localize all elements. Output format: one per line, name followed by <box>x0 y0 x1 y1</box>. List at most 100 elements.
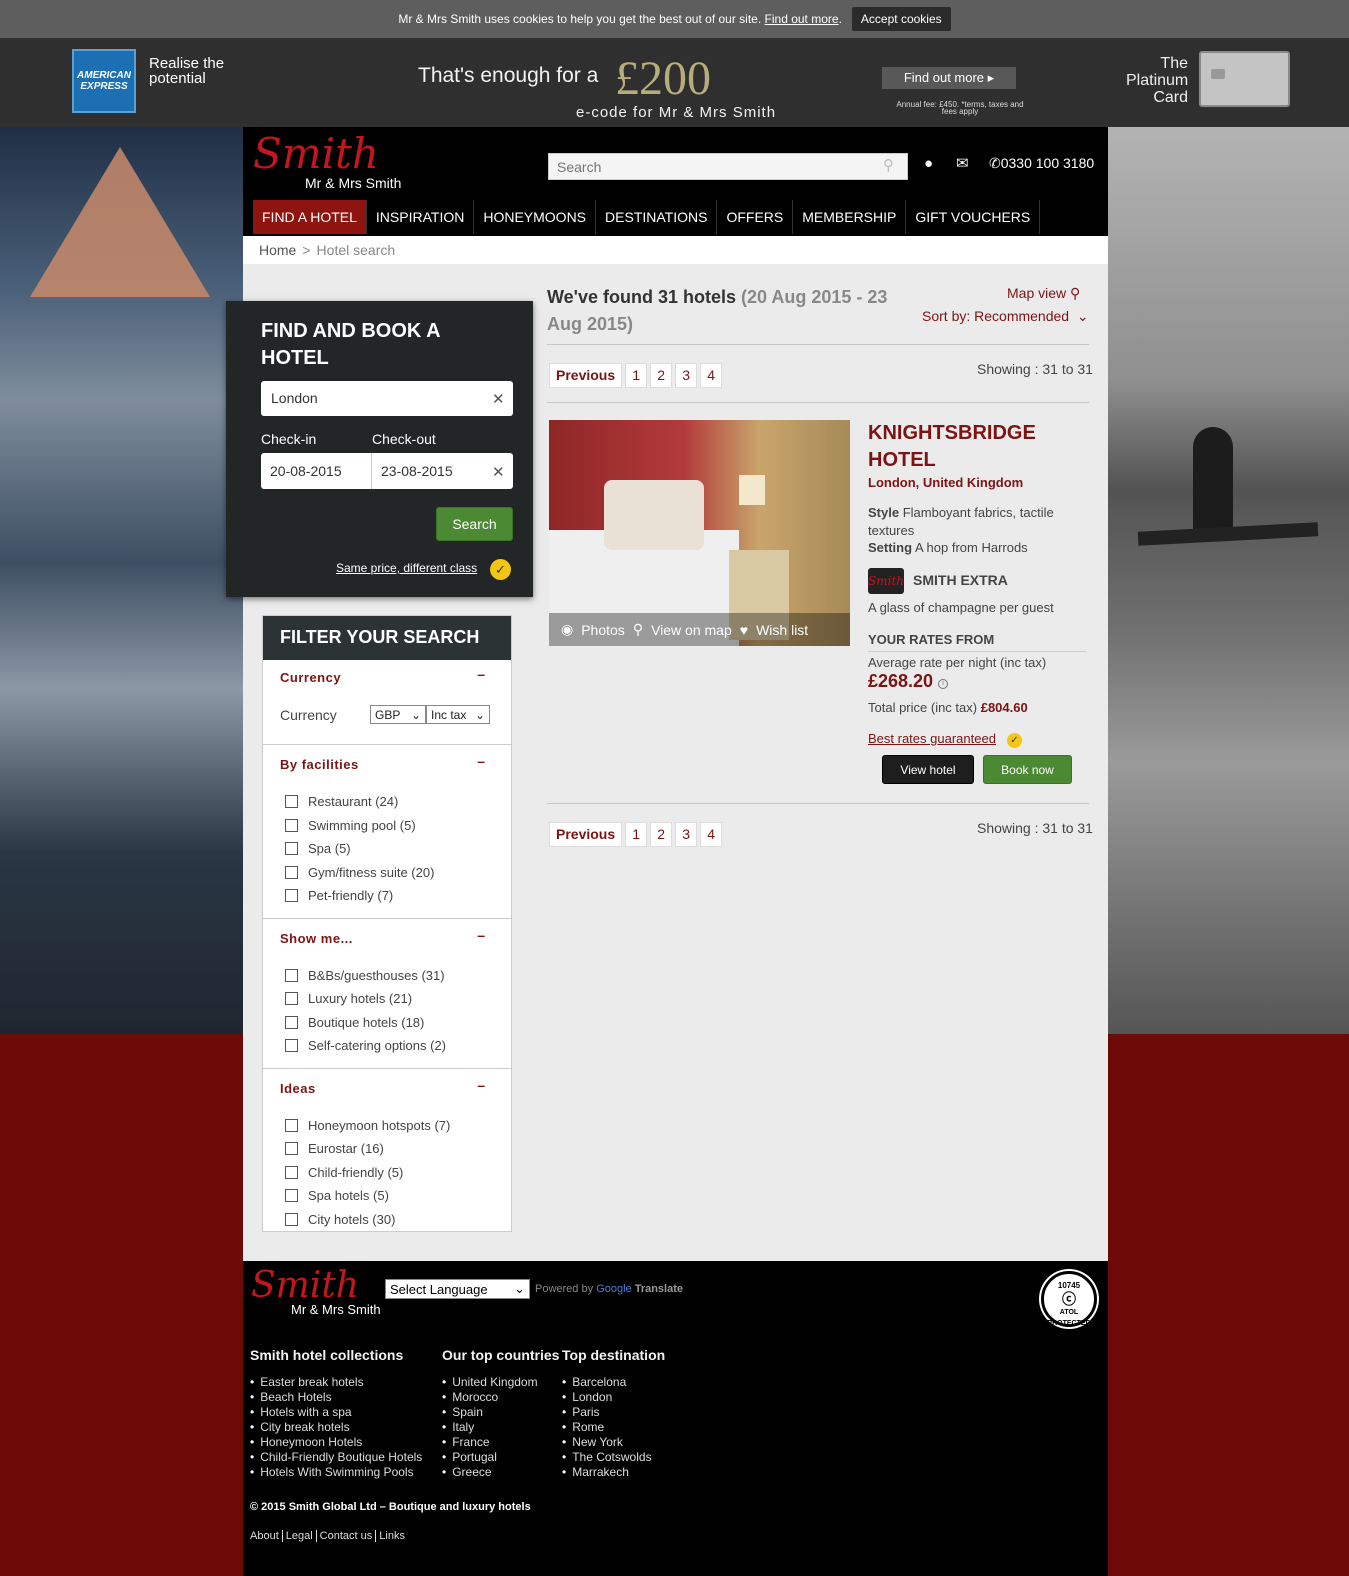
accept-cookies-button[interactable]: Accept cookies <box>851 7 951 31</box>
map-view-link[interactable]: Map view ⚲ <box>1007 285 1080 302</box>
view-hotel-button[interactable]: View hotel <box>882 755 974 784</box>
nav-find-a-hotel[interactable]: FIND A HOTEL <box>253 200 367 234</box>
checkin-input[interactable]: 20-08-2015 <box>261 453 372 489</box>
nav-gift-vouchers[interactable]: GIFT VOUCHERS <box>906 200 1041 234</box>
previous-page-button[interactable]: Previous <box>549 822 623 847</box>
page-1-button[interactable]: 1 <box>625 363 648 388</box>
filter-currency-toggle[interactable]: Currency <box>263 660 511 693</box>
language-select[interactable]: Select Language ⌄ <box>385 1279 530 1299</box>
search-icon[interactable]: ⚲ <box>883 158 899 174</box>
footer-link[interactable]: Paris <box>562 1405 665 1420</box>
filter-ideas-toggle[interactable]: Ideas <box>263 1069 511 1114</box>
site-logo-name[interactable]: Mr & Mrs Smith <box>305 175 401 191</box>
footer-link[interactable]: Marrakech <box>562 1465 665 1480</box>
destination-input[interactable]: London <box>261 381 513 416</box>
collapse-icon[interactable]: – <box>477 666 485 682</box>
footer-link[interactable]: Spain <box>442 1405 559 1420</box>
footer-legal-link[interactable]: Legal <box>283 1530 317 1542</box>
checkbox[interactable] <box>285 1212 298 1226</box>
filter-option[interactable]: Restaurant (24) <box>263 790 511 814</box>
info-icon[interactable]: i <box>938 679 948 689</box>
checkbox[interactable] <box>285 889 298 903</box>
nav-membership[interactable]: MEMBERSHIP <box>793 200 907 234</box>
same-price-link[interactable]: Same price, different class <box>336 561 477 575</box>
page-2-button[interactable]: 2 <box>650 363 673 388</box>
footer-link[interactable]: Honeymoon Hotels <box>250 1435 422 1450</box>
best-rates-link[interactable]: Best rates guaranteed <box>868 731 996 746</box>
filter-option[interactable]: Boutique hotels (18) <box>263 1011 511 1035</box>
clear-destination-icon[interactable]: ✕ <box>492 390 505 408</box>
filter-option[interactable]: Self-catering options (2) <box>263 1034 511 1058</box>
page-4-button[interactable]: 4 <box>700 363 723 388</box>
page-1-button[interactable]: 1 <box>625 822 648 847</box>
collapse-icon[interactable]: – <box>477 927 485 943</box>
footer-link[interactable]: City break hotels <box>250 1420 422 1435</box>
footer-link[interactable]: Beach Hotels <box>250 1390 422 1405</box>
filter-option[interactable]: Luxury hotels (21) <box>263 987 511 1011</box>
footer-logo[interactable]: Smith <box>251 1265 359 1306</box>
filter-show-me-toggle[interactable]: Show me... <box>263 919 511 964</box>
filter-option[interactable]: City hotels (30) <box>263 1208 511 1232</box>
checkout-input[interactable]: 23-08-2015 <box>372 453 462 489</box>
footer-link[interactable]: France <box>442 1435 559 1450</box>
checkbox[interactable] <box>285 1165 298 1179</box>
checkbox[interactable] <box>285 818 298 832</box>
page-2-button[interactable]: 2 <box>650 822 673 847</box>
amex-find-out-more-button[interactable]: Find out more ▸ <box>882 67 1016 89</box>
clear-dates-icon[interactable]: ✕ <box>492 463 505 481</box>
filter-option[interactable]: B&Bs/guesthouses (31) <box>263 964 511 988</box>
footer-logo-name[interactable]: Mr & Mrs Smith <box>291 1302 381 1317</box>
collapse-icon[interactable]: – <box>477 1077 485 1093</box>
cookie-find-out-more-link[interactable]: Find out more <box>765 12 839 26</box>
mail-icon[interactable]: ✉ <box>956 154 969 172</box>
nav-inspiration[interactable]: INSPIRATION <box>367 200 475 234</box>
footer-contact-link[interactable]: Contact us <box>317 1530 377 1542</box>
footer-link[interactable]: Child-Friendly Boutique Hotels <box>250 1450 422 1465</box>
filter-option[interactable]: Gym/fitness suite (20) <box>263 861 511 885</box>
footer-link[interactable]: United Kingdom <box>442 1375 559 1390</box>
filter-facilities-toggle[interactable]: By facilities <box>263 745 511 790</box>
footer-link[interactable]: Hotels With Swimming Pools <box>250 1465 422 1480</box>
footer-about-link[interactable]: About <box>250 1530 283 1542</box>
footer-link[interactable]: Rome <box>562 1420 665 1435</box>
tax-select[interactable]: Inc tax ⌄ <box>426 705 490 724</box>
view-on-map-link[interactable]: View on map <box>651 622 732 638</box>
checkbox[interactable] <box>285 1015 298 1029</box>
checkbox[interactable] <box>285 1142 298 1156</box>
page-4-button[interactable]: 4 <box>700 822 723 847</box>
nav-honeymoons[interactable]: HONEYMOONS <box>474 200 597 234</box>
photos-link[interactable]: Photos <box>581 622 625 638</box>
footer-link[interactable]: New York <box>562 1435 665 1450</box>
checkbox[interactable] <box>285 1039 298 1053</box>
checkbox[interactable] <box>285 865 298 879</box>
checkbox[interactable] <box>285 968 298 982</box>
breadcrumb-home[interactable]: Home <box>259 242 296 258</box>
footer-link[interactable]: Greece <box>442 1465 559 1480</box>
filter-option[interactable]: Eurostar (16) <box>263 1137 511 1161</box>
hotel-name[interactable]: KNIGHTSBRIDGE HOTEL <box>868 420 1078 474</box>
page-3-button[interactable]: 3 <box>675 822 698 847</box>
site-logo[interactable]: Smith <box>253 129 379 178</box>
currency-select[interactable]: GBP ⌄ <box>370 705 426 724</box>
footer-link[interactable]: Barcelona <box>562 1375 665 1390</box>
hotel-photo[interactable]: ◉ Photos ⚲ View on map ♥ Wish list <box>549 420 850 646</box>
footer-link[interactable]: The Cotswolds <box>562 1450 665 1465</box>
filter-option[interactable]: Honeymoon hotspots (7) <box>263 1114 511 1138</box>
footer-link[interactable]: Portugal <box>442 1450 559 1465</box>
footer-link[interactable]: London <box>562 1390 665 1405</box>
page-3-button[interactable]: 3 <box>675 363 698 388</box>
checkbox[interactable] <box>285 1118 298 1132</box>
nav-destinations[interactable]: DESTINATIONS <box>596 200 718 234</box>
filter-option[interactable]: Pet-friendly (7) <box>263 884 511 908</box>
amex-banner[interactable]: AMERICAN EXPRESS Realise the potential T… <box>0 38 1349 127</box>
footer-link[interactable]: Easter break hotels <box>250 1375 422 1390</box>
checkbox[interactable] <box>285 842 298 856</box>
filter-option[interactable]: Spa (5) <box>263 837 511 861</box>
book-now-button[interactable]: Book now <box>983 755 1072 784</box>
footer-links-link[interactable]: Links <box>376 1530 408 1542</box>
checkbox[interactable] <box>285 1189 298 1203</box>
previous-page-button[interactable]: Previous <box>549 363 623 388</box>
checkbox[interactable] <box>285 795 298 809</box>
footer-link[interactable]: Italy <box>442 1420 559 1435</box>
filter-option[interactable]: Swimming pool (5) <box>263 814 511 838</box>
